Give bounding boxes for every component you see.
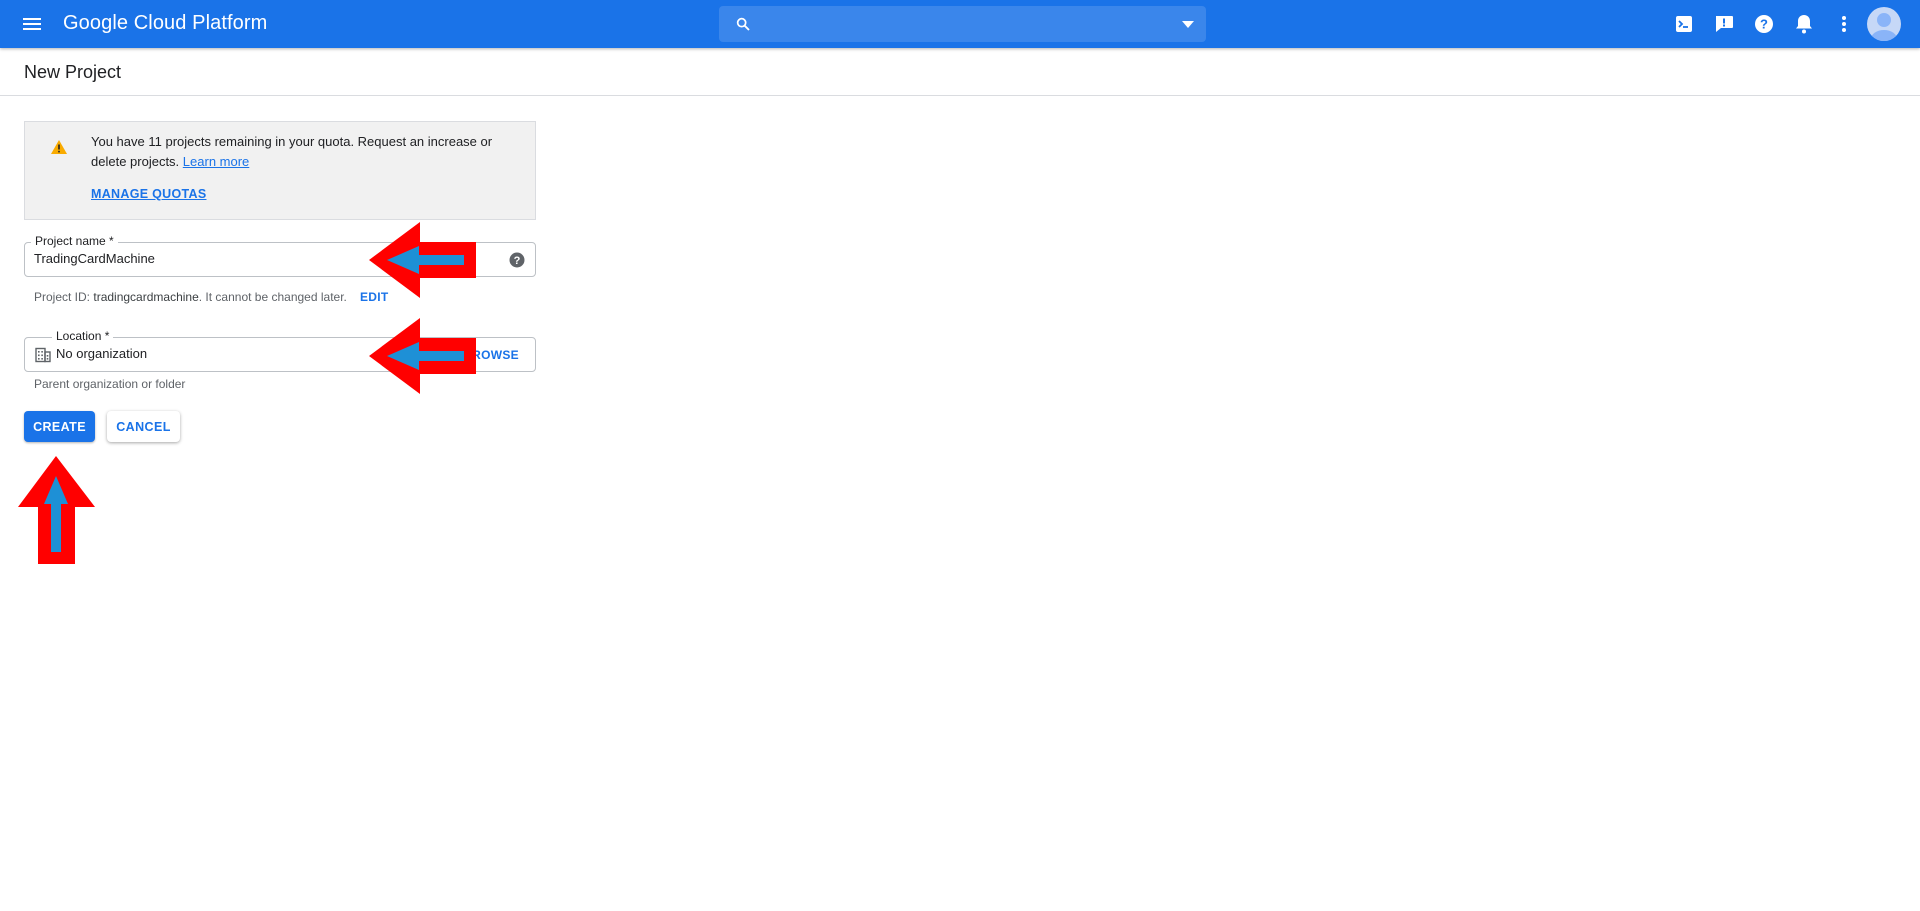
project-name-label: Project name *	[31, 234, 118, 248]
warning-icon	[51, 140, 67, 154]
location-label: Location *	[52, 329, 114, 343]
menu-icon[interactable]	[20, 12, 44, 36]
feedback-icon[interactable]	[1712, 12, 1736, 36]
project-id-hint: Project ID: tradingcardmachine. It canno…	[34, 290, 347, 304]
location-value[interactable]: No organization	[56, 346, 147, 361]
svg-text:?: ?	[1760, 17, 1768, 32]
annotation-arrow-up-icon	[18, 456, 95, 564]
annotation-arrow-left-icon	[369, 318, 476, 394]
page-title: New Project	[24, 62, 122, 82]
quota-message-text: You have 11 projects remaining in your q…	[91, 134, 493, 169]
title-bar: New Project	[0, 48, 1920, 96]
organization-icon	[35, 347, 51, 363]
cancel-button[interactable]: CANCEL	[107, 411, 180, 442]
top-app-bar: Google Cloud Platform ?	[0, 0, 1920, 48]
notifications-icon[interactable]	[1792, 12, 1816, 36]
location-hint: Parent organization or folder	[34, 377, 186, 391]
dropdown-icon[interactable]	[1182, 19, 1194, 29]
project-id-suffix: . It cannot be changed later.	[198, 290, 347, 304]
project-id-prefix: Project ID:	[34, 290, 91, 304]
learn-more-link[interactable]: Learn more	[183, 154, 249, 169]
account-icon	[1871, 13, 1897, 41]
create-button[interactable]: CREATE	[24, 411, 95, 442]
quota-notice: You have 11 projects remaining in your q…	[24, 121, 536, 220]
svg-text:?: ?	[514, 255, 521, 267]
project-name-value[interactable]: TradingCardMachine	[34, 251, 155, 266]
avatar[interactable]	[1867, 7, 1901, 41]
search-input[interactable]	[719, 6, 1206, 42]
more-vert-icon[interactable]	[1832, 12, 1856, 36]
project-id-value: tradingcardmachine	[93, 290, 199, 304]
cloud-shell-icon[interactable]	[1672, 12, 1696, 36]
search-icon	[736, 17, 750, 31]
annotation-arrow-left-icon	[369, 222, 476, 298]
help-icon[interactable]: ?	[509, 252, 525, 268]
manage-quotas-link[interactable]: MANAGE QUOTAS	[91, 187, 206, 201]
brand-title[interactable]: Google Cloud Platform	[63, 12, 267, 35]
quota-message: You have 11 projects remaining in your q…	[91, 132, 511, 172]
help-icon[interactable]: ?	[1752, 12, 1776, 36]
